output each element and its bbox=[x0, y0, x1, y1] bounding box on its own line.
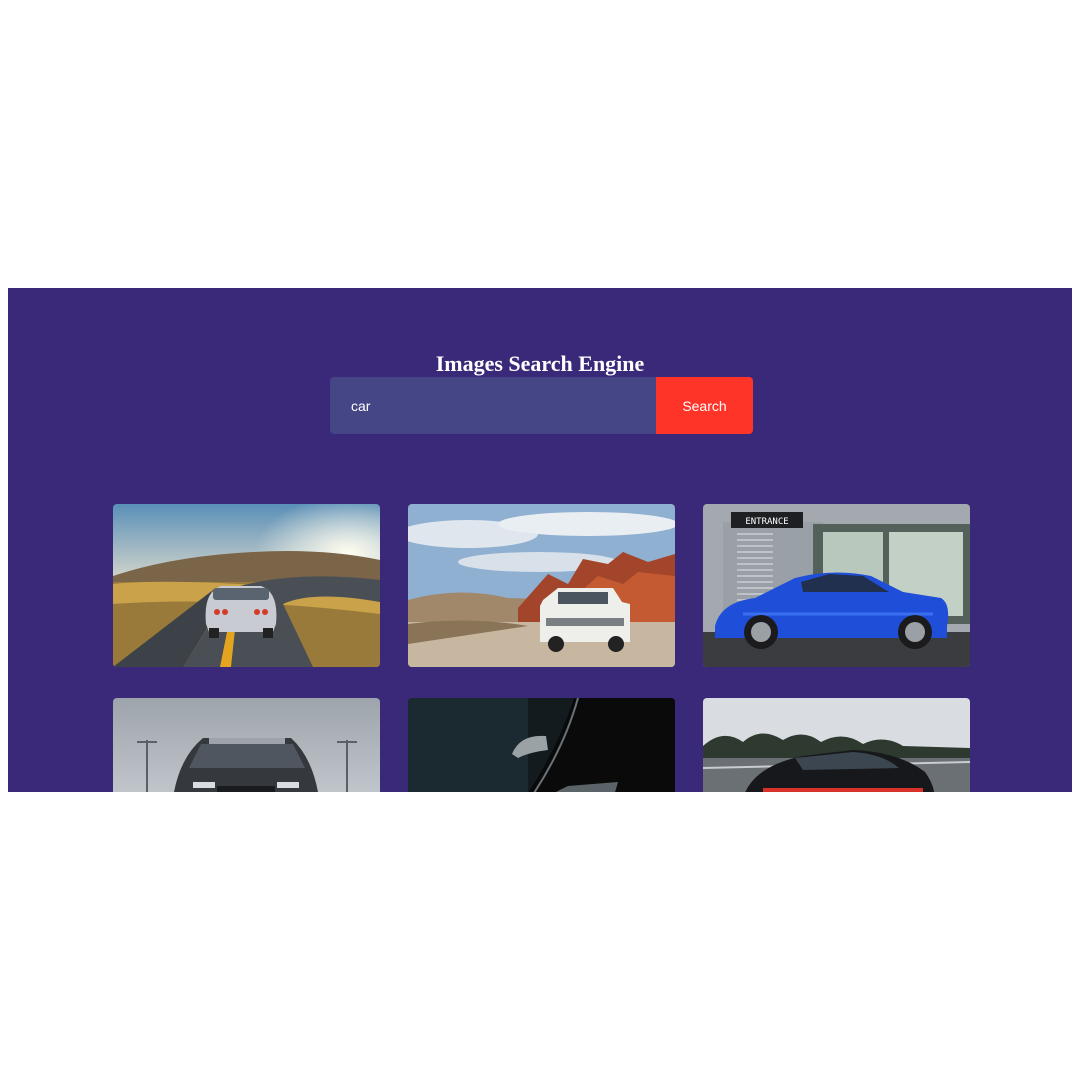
image-results-grid: ENTRANCE bbox=[113, 504, 970, 792]
image-result-card[interactable] bbox=[113, 698, 380, 792]
suv-desert-image bbox=[408, 504, 675, 667]
app-container: Images Search Engine Search bbox=[8, 288, 1072, 792]
black-sedan-image bbox=[703, 698, 970, 792]
page-title: Images Search Engine bbox=[435, 351, 645, 376]
muscle-car-image bbox=[113, 698, 380, 792]
image-result-card[interactable]: ENTRANCE bbox=[703, 504, 970, 667]
image-result-card[interactable] bbox=[408, 698, 675, 792]
blue-coupe-image: ENTRANCE bbox=[703, 504, 970, 667]
search-input[interactable] bbox=[330, 377, 656, 434]
car-on-road-image bbox=[113, 504, 380, 667]
search-form: Search bbox=[330, 377, 753, 434]
image-result-card[interactable] bbox=[113, 504, 380, 667]
search-button[interactable]: Search bbox=[656, 377, 753, 434]
image-result-card[interactable] bbox=[703, 698, 970, 792]
entrance-sign: ENTRANCE bbox=[745, 517, 788, 527]
image-result-card[interactable] bbox=[408, 504, 675, 667]
car-mirror-image bbox=[408, 698, 675, 792]
